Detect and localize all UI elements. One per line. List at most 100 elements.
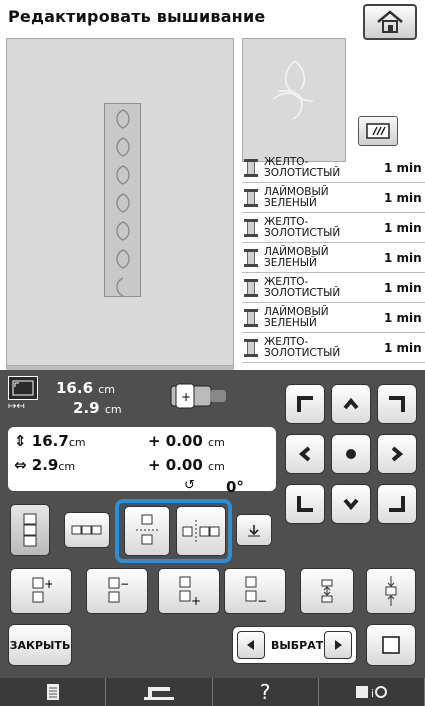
move-right-button[interactable] [377,434,417,474]
select-label: ВЫБРАТЬ [271,639,332,652]
thread-row[interactable]: ЖЕЛТО-ЗОЛОТИСТЫЙ 1 min [242,273,425,303]
bottom-nav: ? i [0,678,425,706]
thread-name: ЛАЙМОВЫЙ ЗЕЛЕНЫЙ [264,245,329,269]
reduce-space-icon: − [108,577,128,603]
arrow-down-icon [248,525,260,537]
width-readout: ⇔ 2.9cm [14,456,76,474]
move-left-button[interactable] [285,434,325,474]
home-button[interactable] [363,4,417,40]
display-toggle-button[interactable] [358,116,398,146]
sheet-icon [46,684,59,700]
spool-icon [244,218,258,237]
svg-text:−: − [120,577,128,591]
design-height: 2.9 cm [73,399,122,417]
thread-time: 1 min [384,220,422,235]
spacing-expand-button[interactable] [366,568,416,614]
settings-icon: i [356,686,388,700]
small-move-down-button[interactable] [236,514,272,546]
expand-icon [385,576,397,606]
square-icon [382,636,400,654]
vertical-layout-button[interactable] [10,504,50,556]
thread-name: ЛАЙМОВЫЙ ЗЕЛЕНЫЙ [264,305,329,329]
display-icon [366,123,390,139]
spool-icon [244,278,258,297]
stack-icon [23,513,37,547]
horizontal-layout-button[interactable] [64,512,110,548]
thread-row[interactable]: ЖЕЛТО-ЗОЛОТИСТЫЙ 1 min [242,153,425,183]
select-next-button[interactable] [324,631,352,659]
add-spacing-vertical-button[interactable]: + [10,568,72,614]
svg-text:+: + [44,577,52,591]
rotation-readout: 0° [226,478,244,496]
move-up-left-button[interactable] [285,384,325,424]
remove-repeat-icon: − [245,576,267,607]
thread-row[interactable]: ЖЕЛТО-ЗОЛОТИСТЫЙ 1 min [242,213,425,243]
compress-icon [321,579,333,603]
select-control: ВЫБРАТЬ [232,626,357,664]
move-down-right-button[interactable] [377,484,417,524]
thread-name: ЖЕЛТО-ЗОЛОТИСТЫЙ [264,215,341,239]
corner-icon [297,396,313,412]
tab-settings[interactable]: i [319,678,425,706]
remove-repeat-button[interactable]: − [224,568,286,614]
spacing-compress-button[interactable] [300,568,354,614]
thread-name: ЖЕЛТО-ЗОЛОТИСТЫЙ [264,275,341,299]
center-icon [346,449,356,459]
width-arrow-icon: ↦↤ [8,401,25,412]
design-thumbnail [242,38,346,162]
thread-name: ЖЕЛТО-ЗОЛОТИСТЫЙ [264,155,341,179]
row-icon [71,525,102,535]
thread-row[interactable]: ЖЕЛТО-ЗОЛОТИСТЫЙ 1 min [242,333,425,363]
hoop-toggle[interactable]: + [170,382,228,410]
reduce-spacing-vertical-button[interactable]: − [86,568,148,614]
center-button[interactable] [331,434,371,474]
add-repeat-icon: + [179,576,201,607]
tab-help[interactable]: ? [213,678,319,706]
close-button[interactable]: ЗАКРЫТЬ [8,624,72,666]
thread-row[interactable]: ЛАЙМОВЫЙ ЗЕЛЕНЫЙ 1 min [242,183,425,213]
page-title: Редактировать вышивание [8,7,266,26]
spool-icon [244,248,258,267]
split-selection-highlight [115,499,232,563]
spool-icon [244,308,258,327]
svg-text:−: − [257,594,267,607]
tab-sheet[interactable] [0,678,107,706]
svg-text:i: i [371,687,374,700]
thread-time: 1 min [384,190,422,205]
svg-text:+: + [191,594,201,607]
thread-time: 1 min [384,160,422,175]
svg-text:+: + [181,390,191,404]
thread-time: 1 min [384,310,422,325]
thread-time: 1 min [384,250,422,265]
add-space-icon: + [32,577,52,603]
design-pattern [104,103,141,297]
thread-name: ЛАЙМОВЫЙ ЗЕЛЕНЫЙ [264,185,329,209]
spool-icon [244,338,258,357]
thread-time: 1 min [384,280,422,295]
machine-icon [143,687,174,700]
select-prev-button[interactable] [237,631,265,659]
arrow-left-icon [298,446,311,462]
arrow-down-icon [343,498,359,511]
arrow-up-icon [343,397,359,410]
thread-color-list[interactable]: ЖЕЛТО-ЗОЛОТИСТЫЙ 1 min ЛАЙМОВЫЙ ЗЕЛЕНЫЙ 1 … [242,153,425,367]
offset-x-readout: + 0.00 cm [148,456,225,474]
move-down-button[interactable] [331,484,371,524]
thread-row[interactable]: ЛАЙМОВЫЙ ЗЕЛЕНЫЙ 1 min [242,243,425,273]
move-up-button[interactable] [331,384,371,424]
design-width: 16.6 cm [56,379,116,397]
offset-y-readout: + 0.00 cm [148,432,225,450]
spool-icon [244,188,258,207]
spool-icon [244,158,258,177]
rotate-icon: ↺ [184,478,195,493]
thread-row[interactable]: ЛАЙМОВЫЙ ЗЕЛЕНЫЙ 1 min [242,303,425,333]
tab-machine[interactable] [106,678,213,706]
thread-time: 1 min [384,340,422,355]
size-icon [8,376,38,400]
select-square-button[interactable] [366,624,416,666]
help-icon: ? [259,680,271,704]
move-down-left-button[interactable] [285,484,325,524]
move-up-right-button[interactable] [377,384,417,424]
arrow-right-icon [391,446,404,462]
add-repeat-button[interactable]: + [158,568,220,614]
